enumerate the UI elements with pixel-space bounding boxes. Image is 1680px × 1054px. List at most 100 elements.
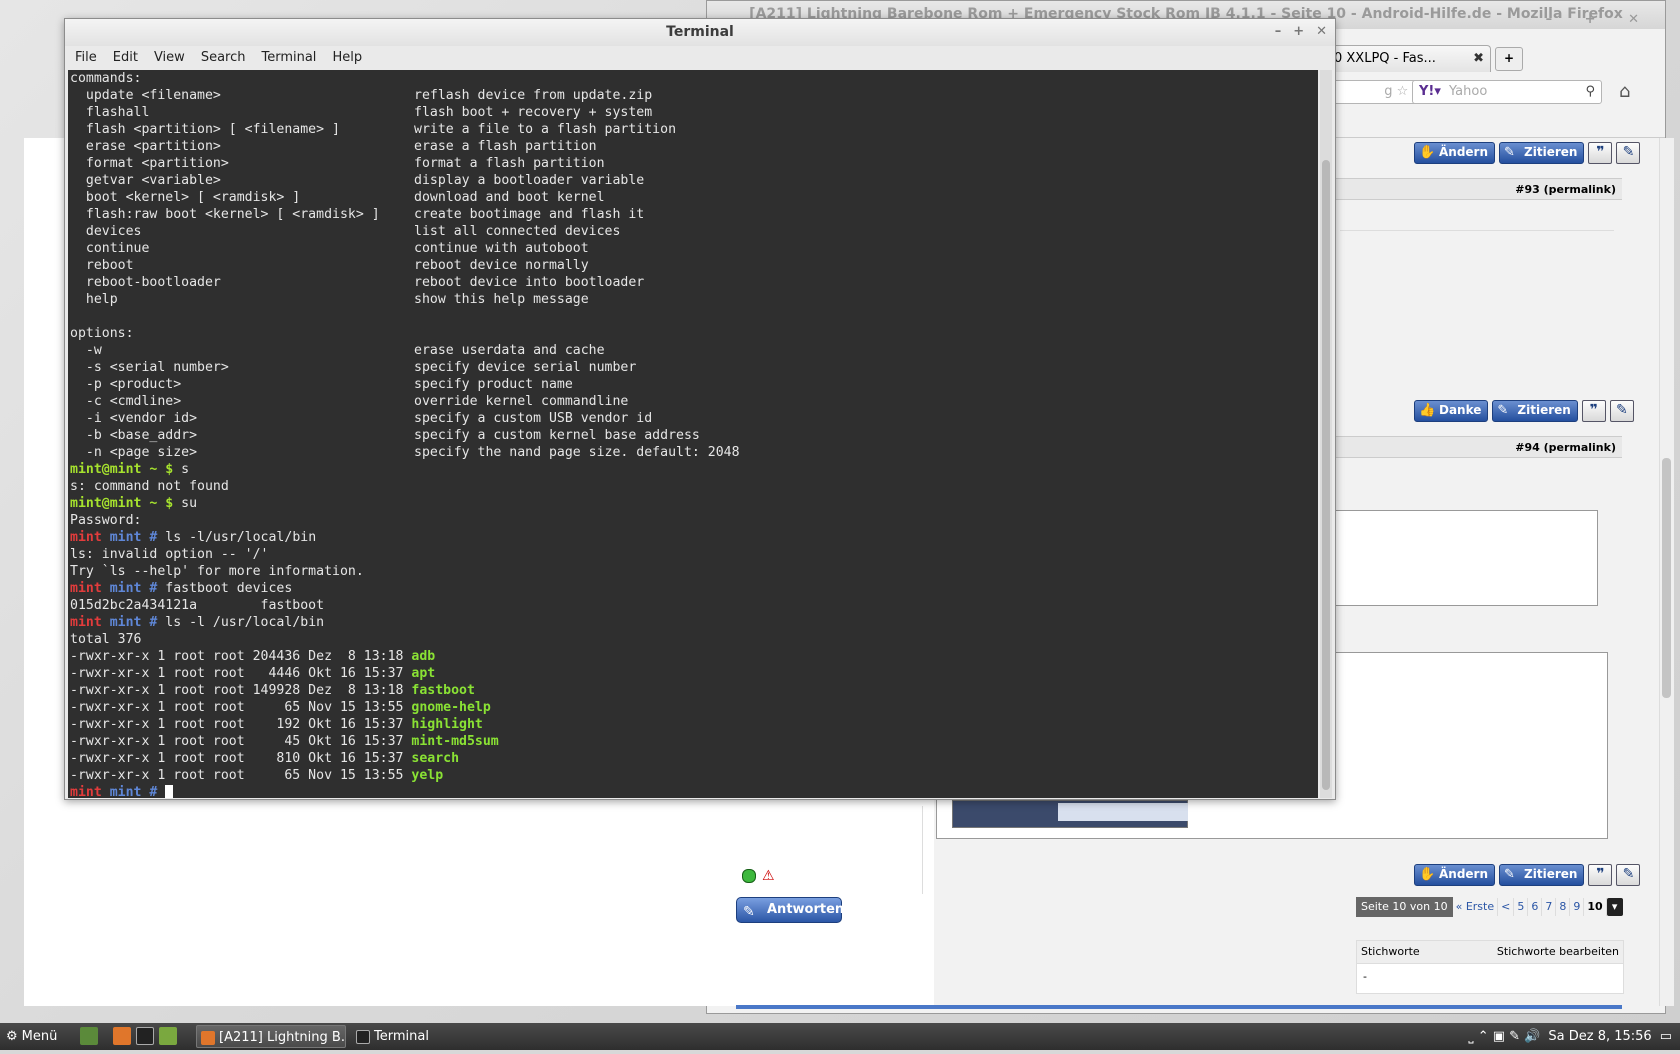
andern-button[interactable]: ✋ Ändern xyxy=(1414,864,1496,886)
terminal-window-controls: – + ✕ xyxy=(1263,19,1327,45)
multiquote-icon[interactable]: ❞ xyxy=(1588,864,1613,886)
quick-reply-icon[interactable]: ✎ xyxy=(1609,400,1634,422)
files-launcher-icon[interactable] xyxy=(159,1027,177,1045)
page-link[interactable]: 6 xyxy=(1528,898,1543,916)
help-command: -b <base_addr> xyxy=(70,428,198,443)
search-input[interactable]: Y!▾ Yahoo ⚲ xyxy=(1412,80,1602,104)
danke-button[interactable]: 👍 Danke xyxy=(1414,400,1489,422)
menu-file[interactable]: File xyxy=(75,50,97,65)
help-description: specify a custom USB vendor id xyxy=(414,411,653,426)
page-link-prev[interactable]: < xyxy=(1498,898,1515,916)
task-terminal[interactable]: Terminal xyxy=(352,1025,472,1048)
minimize-icon[interactable]: – xyxy=(1275,24,1282,39)
menu-search[interactable]: Search xyxy=(201,50,246,65)
post-93-actions: 👍 Danke ✎ Zitieren ❞ ✎ xyxy=(1410,400,1634,422)
antworten-button[interactable]: ✎ Antworten xyxy=(736,897,844,923)
help-command: reboot xyxy=(70,258,134,273)
divider xyxy=(1340,230,1614,231)
page-link[interactable]: 7 xyxy=(1542,898,1557,916)
page-link[interactable]: 5 xyxy=(1514,898,1529,916)
page-link[interactable]: 9 xyxy=(1570,898,1585,916)
terminal-line: -rwxr-xr-x 1 root root 192 Okt 16 15:37 … xyxy=(70,716,1318,733)
multiquote-icon[interactable]: ❞ xyxy=(1581,400,1606,422)
menu-help[interactable]: Help xyxy=(332,50,362,65)
permalink-link[interactable]: permalink xyxy=(1549,441,1611,454)
help-command: getvar <variable> xyxy=(70,173,221,188)
scrollbar-thumb[interactable] xyxy=(1662,458,1671,698)
firefox-window-buttons[interactable]: – + ✕ xyxy=(1546,7,1653,33)
terminal-line: continue continue with autoboot xyxy=(70,240,1318,257)
help-description: create bootimage and flash it xyxy=(414,207,645,222)
close-icon[interactable]: ✕ xyxy=(1316,24,1327,39)
browser-tab[interactable]: 0 XXLPQ - Fas... ✖ xyxy=(1329,45,1491,72)
show-desktop-icon[interactable] xyxy=(80,1027,98,1045)
quick-reply-icon[interactable]: ✎ xyxy=(1616,864,1641,886)
menu-terminal[interactable]: Terminal xyxy=(261,50,316,65)
scrollbar-thumb[interactable] xyxy=(1322,160,1330,790)
help-description: write a file to a flash partition xyxy=(414,122,677,137)
start-menu-button[interactable]: ⚙ Menü xyxy=(6,1023,57,1050)
executable-file-name: yelp xyxy=(411,768,444,783)
zitieren-button[interactable]: ✎ Zitieren xyxy=(1499,864,1585,886)
post-column-divider xyxy=(922,806,923,894)
file-metadata: -rwxr-xr-x 1 root root 65 Nov 15 13:55 xyxy=(70,700,412,715)
andern-button[interactable]: ✋ Ändern xyxy=(1414,142,1496,164)
help-description: reboot device into bootloader xyxy=(414,275,645,290)
firefox-scrollbar[interactable] xyxy=(1659,138,1674,1006)
search-icon[interactable]: ⚲ xyxy=(1585,81,1595,103)
terminal-scrollbar[interactable] xyxy=(1320,70,1332,798)
menu-view[interactable]: View xyxy=(154,50,185,65)
help-description: flash boot + recovery + system xyxy=(414,105,653,120)
executable-file-name: search xyxy=(411,751,460,766)
pagination: Seite 10 von 10 « Erste <5 6 7 8 9 10 ▾ xyxy=(1356,897,1623,917)
terminal-line: mint mint # ls -l/usr/local/bin xyxy=(70,529,1318,546)
page-link-first[interactable]: « Erste xyxy=(1453,898,1499,916)
help-command: -n <page size> xyxy=(70,445,198,460)
file-metadata: -rwxr-xr-x 1 root root 149928 Dez 8 13:1… xyxy=(70,683,412,698)
terminal-output[interactable]: commands: update <filename> reflash devic… xyxy=(68,70,1318,798)
help-description: specify device serial number xyxy=(414,360,637,375)
quick-reply-icon[interactable]: ✎ xyxy=(1616,142,1641,164)
terminal-launcher-icon[interactable] xyxy=(136,1027,154,1045)
executable-file-name: apt xyxy=(411,666,436,681)
page-link[interactable]: 8 xyxy=(1556,898,1571,916)
clock[interactable]: Sa Dez 8, 15:56 xyxy=(1548,1029,1651,1044)
firefox-launcher-icon[interactable] xyxy=(113,1027,131,1045)
output-text: 015d2bc2a434121a fastboot xyxy=(70,598,325,613)
menu-edit[interactable]: Edit xyxy=(113,50,138,65)
maximize-icon[interactable]: + xyxy=(1293,24,1304,39)
home-icon[interactable]: ⌂ xyxy=(1619,81,1630,102)
show-desktop-tray-icon[interactable]: ▭ xyxy=(1660,1029,1672,1044)
multiquote-icon[interactable]: ❞ xyxy=(1588,142,1613,164)
help-command: -c <cmdline> xyxy=(70,394,182,409)
terminal-line: mint@mint ~ $ s xyxy=(70,461,1318,478)
new-tab-button[interactable]: + xyxy=(1495,47,1523,71)
executable-file-name: gnome-help xyxy=(411,700,491,715)
zitieren-button[interactable]: ✎ Zitieren xyxy=(1492,400,1578,422)
terminal-line: flashall flash boot + recovery + system xyxy=(70,104,1318,121)
file-metadata: -rwxr-xr-x 1 root root 204436 Dez 8 13:1… xyxy=(70,649,412,664)
page-link-current: 10 xyxy=(1584,898,1607,916)
permalink-link[interactable]: permalink xyxy=(1549,183,1611,196)
tab-close-icon[interactable]: ✖ xyxy=(1473,46,1484,72)
task-firefox[interactable]: [A211] Lightning B... xyxy=(196,1025,346,1048)
online-status-icon xyxy=(742,869,756,883)
root-prompt-path: mint # xyxy=(101,530,158,545)
search-engine-icon[interactable]: Y!▾ xyxy=(1419,84,1441,99)
terminal-icon xyxy=(356,1029,370,1044)
zitieren-button[interactable]: ✎ Zitieren xyxy=(1499,142,1585,164)
page-jump-dropdown-icon[interactable]: ▾ xyxy=(1606,898,1623,916)
terminal-line: -i <vendor id> specify a custom USB vendo… xyxy=(70,410,1318,427)
edit-tags-link[interactable]: Stichworte bearbeiten xyxy=(1497,941,1619,963)
tray-icons[interactable]: ⎵ ⌃ ▣ ✎ 🔊 xyxy=(1468,1029,1540,1044)
report-warning-icon[interactable]: ⚠ xyxy=(762,868,775,884)
terminal-line: erase <partition> erase a flash partition xyxy=(70,138,1318,155)
tags-value: - xyxy=(1363,970,1367,983)
terminal-titlebar[interactable]: Terminal – + ✕ xyxy=(65,19,1335,46)
help-command: boot <kernel> [ <ramdisk> ] xyxy=(70,190,301,205)
attachment-thumbnail[interactable] xyxy=(952,800,1188,828)
terminal-window: Terminal – + ✕ File Edit View Search Terminal H… xyxy=(64,18,1336,800)
root-prompt-host: mint xyxy=(70,615,102,630)
help-command: devices xyxy=(70,224,142,239)
